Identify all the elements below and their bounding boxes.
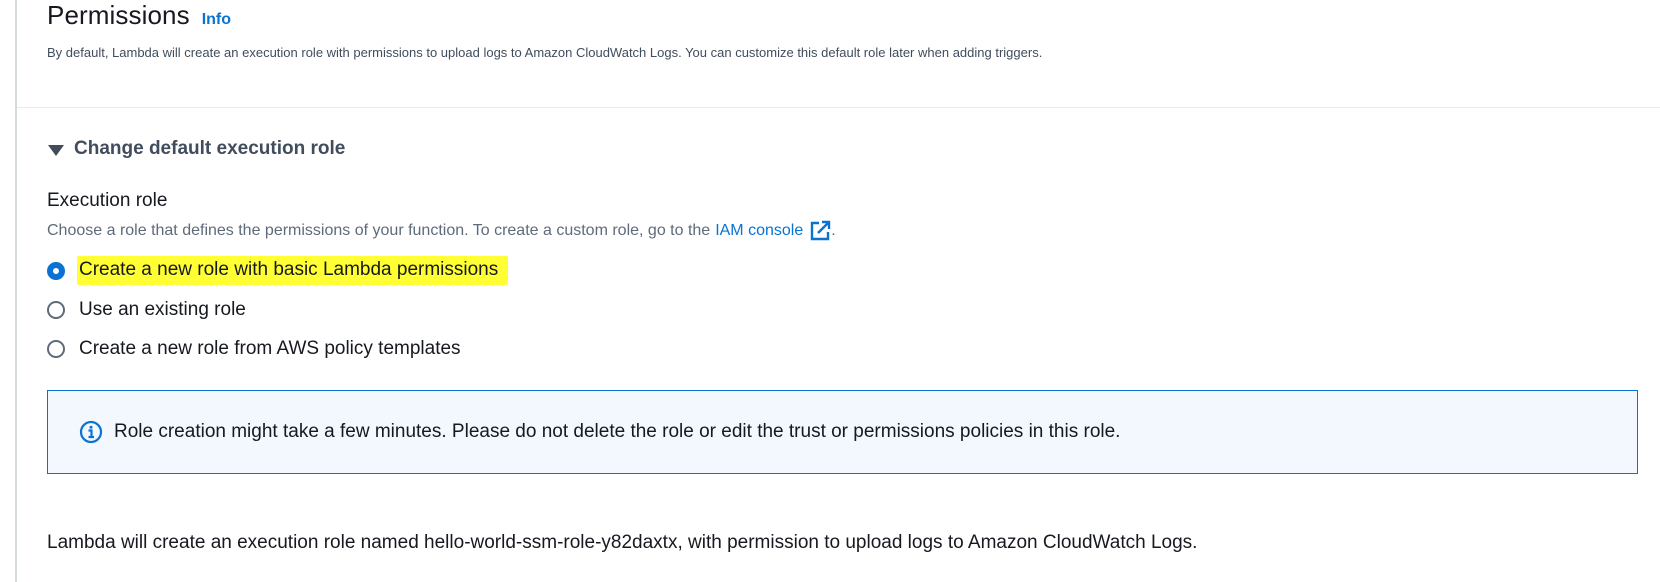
iam-console-link-text: IAM console (715, 222, 804, 239)
radio-label: Use an existing role (79, 298, 246, 320)
info-alert: Role creation might take a few minutes. … (47, 390, 1638, 474)
caret-down-icon (48, 144, 64, 156)
external-link-icon (811, 220, 831, 241)
radio-option-policy-templates[interactable]: Create a new role from AWS policy templa… (47, 329, 508, 368)
alert-text: Role creation might take a few minutes. … (114, 421, 1121, 442)
description-suffix: . (831, 222, 836, 239)
execution-role-description: Choose a role that defines the permissio… (47, 220, 1637, 242)
radio-label: Create a new role from AWS policy templa… (79, 337, 461, 359)
radio-button-selected[interactable] (47, 261, 65, 280)
section-divider (17, 107, 1660, 108)
info-circle-icon (79, 420, 103, 444)
execution-role-label: Execution role (47, 190, 168, 211)
description-prefix: Choose a role that defines the permissio… (47, 222, 711, 239)
section-title: Permissions (47, 0, 190, 30)
section-description: By default, Lambda will create an execut… (47, 45, 1043, 60)
execution-role-field: Execution role Choose a role that define… (47, 190, 1637, 242)
radio-label: Create a new role with basic Lambda perm… (77, 256, 509, 285)
radio-option-create-basic-role[interactable]: Create a new role with basic Lambda perm… (47, 251, 509, 290)
role-name-summary: Lambda will create an execution role nam… (47, 532, 1198, 553)
permissions-header: Permissions Info By default, Lambda will… (47, 0, 1637, 60)
radio-button[interactable] (47, 339, 65, 358)
left-border (15, 0, 17, 582)
permissions-panel: Permissions Info By default, Lambda will… (0, 0, 1660, 582)
radio-button[interactable] (47, 300, 65, 319)
execution-role-radio-group: Create a new role with basic Lambda perm… (47, 251, 509, 368)
iam-console-link[interactable]: IAM console (715, 220, 831, 242)
title-row: Permissions Info (47, 0, 1637, 34)
radio-option-use-existing-role[interactable]: Use an existing role (47, 290, 508, 329)
expander-label: Change default execution role (74, 138, 346, 159)
change-execution-role-expander[interactable]: Change default execution role (48, 138, 345, 160)
info-link[interactable]: Info (202, 11, 231, 29)
